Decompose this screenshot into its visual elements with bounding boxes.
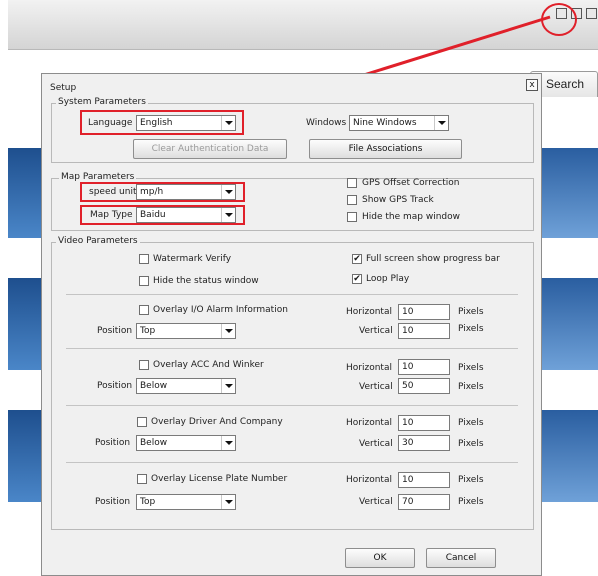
pixels-label: Pixels: [458, 363, 484, 373]
horizontal-label: Horizontal: [346, 418, 392, 428]
divider: [66, 348, 518, 349]
clear-authentication-button[interactable]: Clear Authentication Data: [133, 139, 287, 159]
position-label: Position: [97, 381, 133, 391]
fullscreen-progress-label: Full screen show progress bar: [366, 254, 500, 264]
speed-unit-value: mp/h: [140, 187, 164, 197]
speed-unit-label: speed unit: [89, 187, 137, 197]
horizontal-label: Horizontal: [346, 475, 392, 485]
divider: [66, 462, 518, 463]
fullscreen-progress-checkbox[interactable]: ✔: [352, 254, 362, 264]
overlay-acc-winker-horizontal-input[interactable]: 10: [398, 359, 450, 375]
overlay-license-plate-checkbox[interactable]: [137, 474, 147, 484]
language-select[interactable]: English: [136, 115, 236, 131]
pixels-label: Pixels: [458, 418, 484, 428]
windows-select[interactable]: Nine Windows: [349, 115, 449, 131]
hide-map-label: Hide the map window: [362, 212, 461, 222]
position-value: Top: [140, 497, 156, 507]
overlay-acc-winker-position-select[interactable]: Below: [136, 378, 236, 394]
pixels-label: Pixels: [458, 439, 484, 449]
pixels-label: Pixels: [458, 382, 484, 392]
language-value: English: [140, 118, 173, 128]
chevron-down-icon: [221, 185, 235, 199]
hide-map-checkbox[interactable]: [347, 212, 357, 222]
close-icon[interactable]: x: [526, 79, 538, 91]
chevron-down-icon: [221, 208, 235, 222]
position-label: Position: [97, 326, 133, 336]
overlay-io-alarm-vertical-input[interactable]: 10: [398, 323, 450, 339]
speed-unit-select[interactable]: mp/h: [136, 184, 236, 200]
show-gps-track-label: Show GPS Track: [362, 195, 434, 205]
pixels-label: Pixels: [458, 324, 484, 334]
map-type-label: Map Type: [90, 210, 133, 220]
background-video-panel: [8, 278, 42, 370]
watermark-verify-checkbox[interactable]: [139, 254, 149, 264]
show-gps-track-checkbox[interactable]: [347, 195, 357, 205]
system-parameters-legend: System Parameters: [56, 97, 148, 107]
divider: [66, 405, 518, 406]
ok-button[interactable]: OK: [345, 548, 415, 568]
position-value: Top: [140, 326, 156, 336]
chevron-down-icon: [221, 324, 235, 338]
maximize-icon[interactable]: [586, 8, 597, 19]
background-video-panel: [542, 410, 598, 502]
watermark-verify-label: Watermark Verify: [153, 254, 232, 264]
language-label: Language: [88, 118, 133, 128]
loop-play-label: Loop Play: [366, 274, 410, 284]
divider: [66, 294, 518, 295]
hide-status-checkbox[interactable]: [139, 276, 149, 286]
map-type-value: Baidu: [140, 210, 166, 220]
overlay-acc-winker-vertical-input[interactable]: 50: [398, 378, 450, 394]
dialog-title: Setup: [50, 83, 77, 93]
overlay-driver-company-position-select[interactable]: Below: [136, 435, 236, 451]
vertical-label: Vertical: [359, 497, 393, 507]
horizontal-label: Horizontal: [346, 307, 392, 317]
chevron-down-icon: [221, 379, 235, 393]
chevron-down-icon: [221, 436, 235, 450]
file-associations-button[interactable]: File Associations: [309, 139, 462, 159]
overlay-acc-winker-checkbox[interactable]: [139, 360, 149, 370]
setup-dialog: Setup x System Parameters Language Engli…: [41, 73, 542, 576]
overlay-driver-company-checkbox[interactable]: [137, 417, 147, 427]
background-video-panel: [8, 410, 42, 502]
background-video-panel: [8, 148, 42, 238]
overlay-license-plate-label: Overlay License Plate Number: [151, 474, 288, 484]
video-parameters-legend: Video Parameters: [56, 236, 140, 246]
background-video-panel: [542, 278, 598, 370]
windows-value: Nine Windows: [353, 118, 417, 128]
overlay-driver-company-vertical-input[interactable]: 30: [398, 435, 450, 451]
map-type-select[interactable]: Baidu: [136, 207, 236, 223]
map-parameters-legend: Map Parameters: [59, 172, 137, 182]
overlay-io-alarm-label: Overlay I/O Alarm Information: [153, 305, 288, 315]
horizontal-label: Horizontal: [346, 363, 392, 373]
position-value: Below: [140, 438, 168, 448]
hide-status-label: Hide the status window: [153, 276, 259, 286]
overlay-io-alarm-checkbox[interactable]: [139, 305, 149, 315]
overlay-io-alarm-position-select[interactable]: Top: [136, 323, 236, 339]
vertical-label: Vertical: [359, 326, 393, 336]
overlay-license-plate-vertical-input[interactable]: 70: [398, 494, 450, 510]
gps-offset-checkbox[interactable]: [347, 178, 357, 188]
overlay-io-alarm-horizontal-input[interactable]: 10: [398, 304, 450, 320]
overlay-driver-company-label: Overlay Driver And Company: [151, 417, 283, 427]
position-label: Position: [95, 497, 131, 507]
overlay-acc-winker-label: Overlay ACC And Winker: [153, 360, 264, 370]
pixels-label: Pixels: [458, 497, 484, 507]
windows-label: Windows: [306, 118, 347, 128]
position-label: Position: [95, 438, 131, 448]
overlay-driver-company-horizontal-input[interactable]: 10: [398, 415, 450, 431]
chevron-down-icon: [434, 116, 448, 130]
loop-play-checkbox[interactable]: ✔: [352, 274, 362, 284]
position-value: Below: [140, 381, 168, 391]
chevron-down-icon: [221, 495, 235, 509]
gps-offset-label: GPS Offset Correction: [362, 178, 460, 188]
overlay-license-plate-position-select[interactable]: Top: [136, 494, 236, 510]
chevron-down-icon: [221, 116, 235, 130]
pixels-label: Pixels: [458, 307, 484, 317]
vertical-label: Vertical: [359, 439, 393, 449]
pixels-label: Pixels: [458, 475, 484, 485]
cancel-button[interactable]: Cancel: [426, 548, 496, 568]
vertical-label: Vertical: [359, 382, 393, 392]
background-video-panel: [542, 148, 598, 238]
overlay-license-plate-horizontal-input[interactable]: 10: [398, 472, 450, 488]
